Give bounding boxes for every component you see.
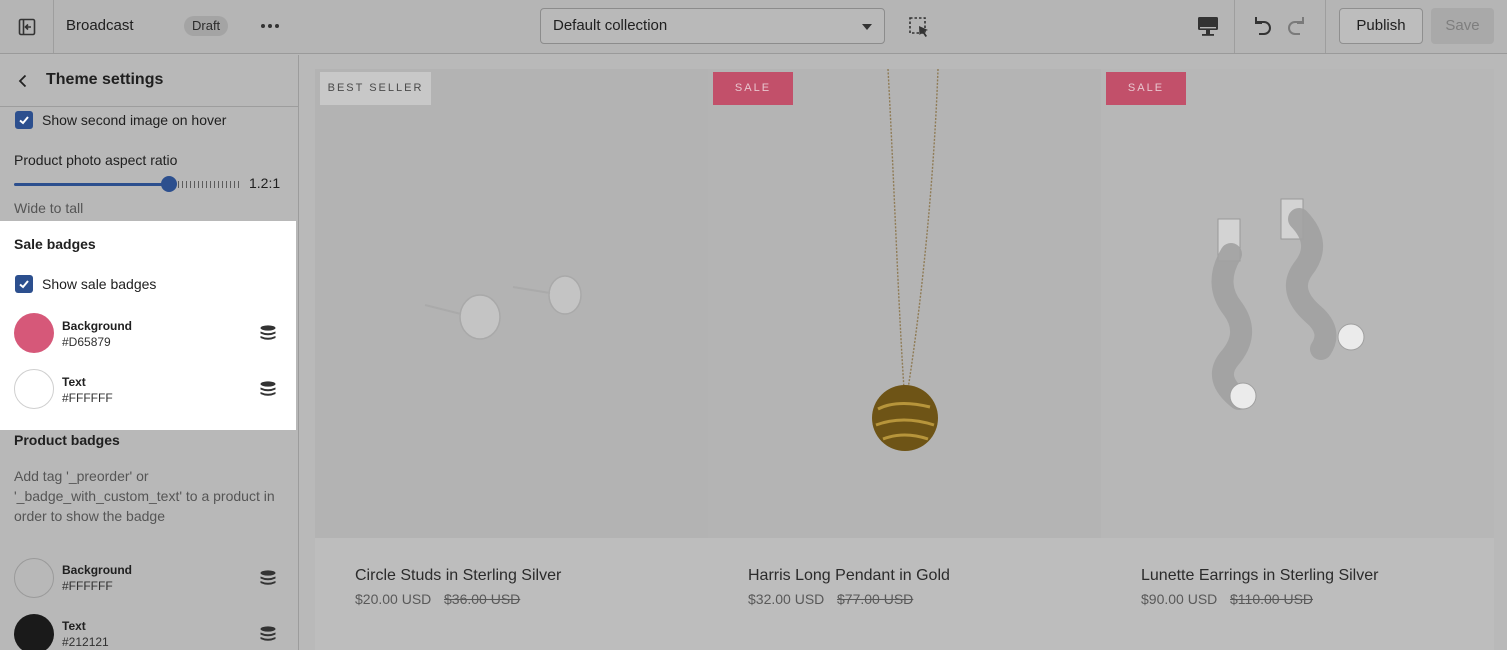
chevron-left-icon (18, 74, 27, 88)
sale-badges-title: Sale badges (14, 236, 96, 252)
more-actions-button[interactable] (258, 14, 282, 38)
product-background-swatch[interactable] (14, 558, 54, 598)
sale-text-name: Text (62, 375, 86, 389)
product-price: $32.00 USD (748, 591, 825, 607)
chevron-down-icon (862, 24, 872, 30)
back-button[interactable] (14, 72, 32, 90)
desktop-icon (1198, 17, 1218, 36)
show-sale-badges-label: Show sale badges (42, 276, 157, 292)
theme-settings-sidebar: Theme settings Show second image on hove… (0, 55, 299, 650)
product-image (315, 69, 708, 538)
stud-earrings-image (424, 275, 582, 340)
sale-background-hex: #D65879 (62, 335, 111, 349)
drop-earrings-image (1211, 198, 1365, 410)
database-icon (260, 325, 276, 340)
device-preview-button[interactable] (1195, 13, 1221, 39)
select-cursor-icon (909, 17, 928, 37)
product-text-swatch[interactable] (14, 614, 54, 650)
undo-icon (1255, 17, 1271, 35)
product-background-source-button[interactable] (259, 569, 277, 587)
redo-button[interactable] (1285, 13, 1311, 39)
inspector-toggle-button[interactable] (906, 14, 932, 40)
sidebar-header: Theme settings (0, 55, 298, 107)
redo-icon (1288, 17, 1304, 35)
publish-button[interactable]: Publish (1339, 8, 1423, 44)
pendant-necklace-image (872, 68, 939, 451)
product-card[interactable]: SALE Lunette Earrings in Sterling Silver… (1101, 69, 1494, 650)
product-compare-price: $77.00 USD (837, 591, 914, 607)
product-text-hex: #212121 (62, 635, 109, 649)
sale-text-source-button[interactable] (259, 380, 277, 398)
top-bar: Broadcast Draft Default collection Publi… (0, 0, 1507, 54)
product-card[interactable]: BEST SELLER Circle Studs in Sterling Sil… (315, 69, 708, 650)
database-icon (260, 626, 276, 641)
database-icon (260, 570, 276, 585)
product-image (708, 68, 1101, 538)
product-title[interactable]: Lunette Earrings in Sterling Silver (1141, 567, 1378, 585)
product-compare-price: $110.00 USD (1230, 591, 1314, 607)
show-sale-badges-checkbox[interactable] (15, 275, 33, 293)
product-badges-title: Product badges (14, 432, 120, 448)
product-image (1101, 69, 1494, 538)
product-price: $20.00 USD (355, 591, 432, 607)
collection-select[interactable]: Default collection (540, 8, 885, 44)
product-background-name: Background (62, 563, 133, 577)
aspect-ratio-hint: Wide to tall (14, 200, 84, 216)
sale-badge: SALE (713, 72, 793, 105)
theme-name: Broadcast (66, 17, 134, 34)
product-badges-hint: Add tag '_preorder' or '_badge_with_cust… (14, 468, 275, 524)
aspect-ratio-label: Product photo aspect ratio (14, 152, 178, 168)
product-title[interactable]: Circle Studs in Sterling Silver (355, 567, 561, 585)
status-badge: Draft (184, 16, 229, 36)
sale-text-swatch[interactable] (14, 369, 54, 409)
save-button[interactable]: Save (1431, 8, 1494, 44)
sale-background-source-button[interactable] (259, 324, 277, 342)
aspect-ratio-slider-thumb[interactable] (161, 176, 177, 192)
product-text-source-button[interactable] (259, 625, 277, 643)
show-second-image-checkbox[interactable] (15, 111, 33, 129)
exit-editor-button[interactable] (0, 0, 54, 53)
checkmark-icon (19, 280, 29, 289)
sale-background-name: Background (62, 319, 133, 333)
store-preview: BEST SELLER Circle Studs in Sterling Sil… (315, 68, 1494, 650)
product-text-name: Text (62, 619, 86, 633)
best-seller-badge: BEST SELLER (320, 72, 431, 105)
aspect-ratio-value: 1.2:1 (249, 175, 281, 191)
product-background-hex: #FFFFFF (62, 579, 113, 593)
collection-select-value: Default collection (553, 17, 668, 34)
product-card[interactable]: SALE Harris Long Pendant in Gold $32.00 … (708, 68, 1101, 650)
more-horizontal-icon (261, 24, 279, 28)
product-title[interactable]: Harris Long Pendant in Gold (748, 567, 950, 585)
sale-text-hex: #FFFFFF (62, 391, 113, 405)
product-compare-price: $36.00 USD (444, 591, 521, 607)
sale-badges-section: Sale badges Show sale badges Background … (0, 221, 296, 430)
aspect-ratio-slider-track[interactable] (14, 183, 168, 186)
sidebar-title: Theme settings (46, 71, 164, 88)
toolbar-divider (1234, 0, 1235, 53)
product-price: $90.00 USD (1141, 591, 1218, 607)
sale-badge: SALE (1106, 72, 1186, 105)
sale-background-swatch[interactable] (14, 313, 54, 353)
database-icon (260, 381, 276, 396)
exit-icon (18, 18, 35, 35)
show-second-image-label: Show second image on hover (42, 112, 227, 128)
toolbar-divider (1325, 0, 1326, 53)
undo-button[interactable] (1248, 13, 1274, 39)
checkmark-icon (19, 116, 29, 125)
aspect-ratio-slider-ticks (178, 181, 240, 188)
